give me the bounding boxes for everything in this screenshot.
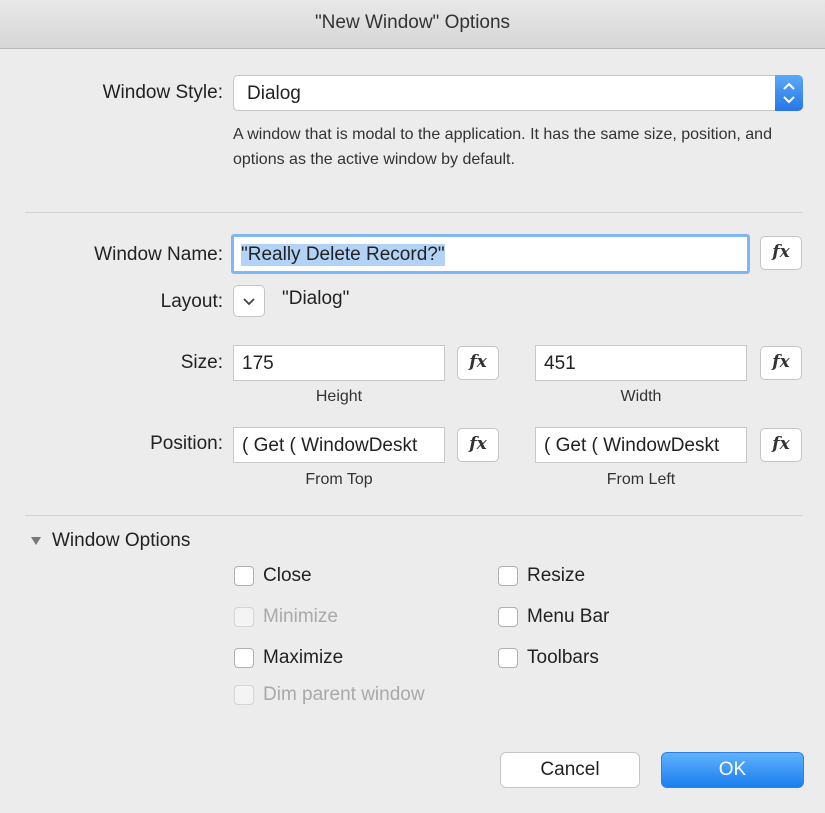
height-value: 175 xyxy=(242,353,274,374)
title-bar: "New Window" Options xyxy=(0,0,825,49)
window-style-value: Dialog xyxy=(247,83,301,104)
from-top-field[interactable]: ( Get ( WindowDeskt xyxy=(233,427,445,463)
from-left-fx-button[interactable]: fx xyxy=(760,428,802,462)
window-options-title[interactable]: Window Options xyxy=(52,530,190,552)
layout-value: "Dialog" xyxy=(282,288,350,309)
ok-button[interactable]: OK xyxy=(661,752,804,788)
window-style-select[interactable]: Dialog xyxy=(233,75,803,111)
from-left-field[interactable]: ( Get ( WindowDeskt xyxy=(535,427,747,463)
toolbars-label: Toolbars xyxy=(527,647,599,668)
minimize-label: Minimize xyxy=(263,606,338,627)
width-fx-button[interactable]: fx xyxy=(760,346,802,380)
from-left-caption: From Left xyxy=(606,471,676,488)
position-label: Position: xyxy=(150,433,223,454)
from-top-value: ( Get ( WindowDeskt xyxy=(242,435,418,456)
resize-checkbox[interactable] xyxy=(498,566,518,586)
window-name-field[interactable]: "Really Delete Record?" xyxy=(231,234,750,274)
window-name-label: Window Name: xyxy=(94,244,223,265)
menu-bar-label: Menu Bar xyxy=(527,606,610,627)
window-style-description: A window that is modal to the applicatio… xyxy=(233,126,772,168)
width-field[interactable]: 451 xyxy=(535,345,747,381)
new-window-options-dialog: "New Window" Options Window Style: Dialo… xyxy=(0,0,825,813)
chevron-down-icon xyxy=(234,298,264,320)
dim-parent-window-checkbox xyxy=(234,685,254,705)
dialog-title: "New Window" Options xyxy=(314,12,511,33)
resize-label: Resize xyxy=(527,565,586,586)
dim-parent-window-label: Dim parent window xyxy=(263,684,425,705)
size-label: Size: xyxy=(180,352,223,373)
cancel-button[interactable]: Cancel xyxy=(500,752,640,788)
window-style-label: Window Style: xyxy=(102,82,223,103)
toolbars-checkbox[interactable] xyxy=(498,648,518,668)
layout-picker-button[interactable] xyxy=(233,285,265,317)
from-left-value: ( Get ( WindowDeskt xyxy=(544,435,720,456)
minimize-checkbox xyxy=(234,607,254,627)
height-field[interactable]: 175 xyxy=(233,345,445,381)
menu-bar-checkbox[interactable] xyxy=(498,607,518,627)
select-stepper-icon xyxy=(775,75,803,111)
from-top-fx-button[interactable]: fx xyxy=(457,428,499,462)
maximize-label: Maximize xyxy=(263,647,344,668)
window-name-fx-button[interactable]: fx xyxy=(760,236,802,270)
width-caption: Width xyxy=(620,388,662,405)
layout-label: Layout: xyxy=(160,291,223,312)
divider xyxy=(25,212,803,213)
height-fx-button[interactable]: fx xyxy=(457,346,499,380)
close-label: Close xyxy=(263,565,312,586)
height-caption: Height xyxy=(315,388,363,405)
maximize-checkbox[interactable] xyxy=(234,648,254,668)
width-value: 451 xyxy=(544,353,576,374)
close-checkbox[interactable] xyxy=(234,566,254,586)
divider xyxy=(25,515,803,516)
disclosure-triangle-icon[interactable] xyxy=(30,534,42,548)
from-top-caption: From Top xyxy=(305,471,373,488)
window-name-value: "Really Delete Record?" xyxy=(241,244,445,266)
